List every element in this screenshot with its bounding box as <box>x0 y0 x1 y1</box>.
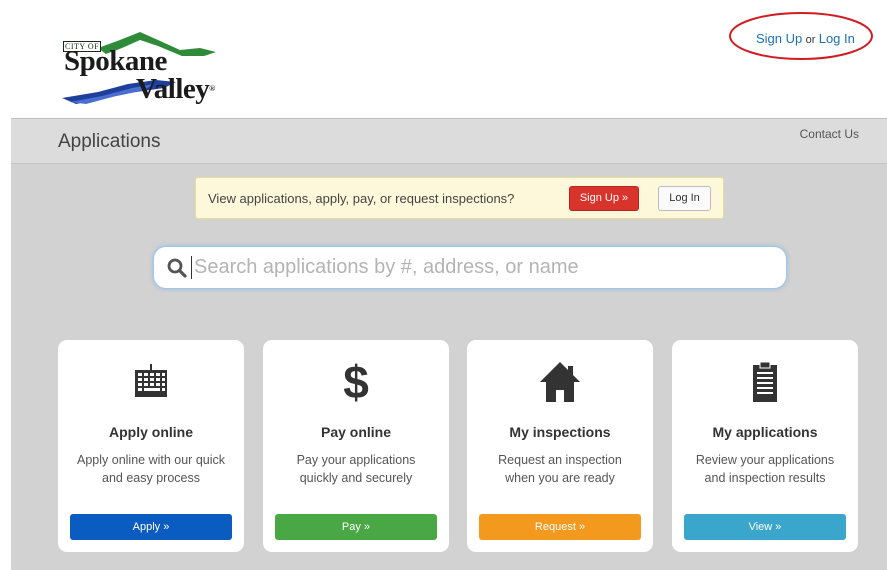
banner-login-button[interactable]: Log In <box>658 186 711 211</box>
keyboard-icon <box>58 356 244 408</box>
logo-spokane-text: Spokane <box>64 45 167 77</box>
page-title: Applications <box>58 131 161 152</box>
text-cursor <box>191 256 192 279</box>
card-desc-line2: quickly and securely <box>299 471 413 485</box>
card-my-applications: My applications Review your applications… <box>672 340 858 552</box>
card-title: My inspections <box>509 424 611 440</box>
card-description: Pay your applications quickly and secure… <box>269 451 443 487</box>
request-button[interactable]: Request » <box>479 514 641 540</box>
signup-banner: View applications, apply, pay, or reques… <box>195 177 724 219</box>
logo-valley-word: Valley <box>136 73 210 105</box>
main-content: Applications Contact Us View application… <box>11 118 887 570</box>
search-box <box>153 246 787 289</box>
spokane-valley-logo[interactable]: CITY OF Spokane Valley® <box>58 26 223 112</box>
logo-registered-mark: ® <box>209 84 215 93</box>
card-apply-online: Apply online Apply online with our quick… <box>58 340 244 552</box>
card-description: Request an inspection when you are ready <box>473 451 647 487</box>
search-input[interactable] <box>194 249 774 286</box>
banner-text: View applications, apply, pay, or reques… <box>208 191 515 206</box>
card-desc-line2: and easy process <box>102 471 200 485</box>
view-button[interactable]: View » <box>684 514 846 540</box>
card-desc-line1: Pay your applications <box>296 453 416 467</box>
clipboard-icon <box>672 356 858 408</box>
card-desc-line1: Review your applications <box>695 453 835 467</box>
card-description: Apply online with our quick and easy pro… <box>64 451 238 487</box>
card-title: My applications <box>712 424 818 440</box>
contact-us-link[interactable]: Contact Us <box>800 127 859 141</box>
annotation-circle <box>729 12 873 60</box>
card-desc-line2: and inspection results <box>704 471 826 485</box>
card-desc-line1: Request an inspection <box>498 453 622 467</box>
home-icon <box>467 356 653 408</box>
card-description: Review your applications and inspection … <box>678 451 852 487</box>
apply-button[interactable]: Apply » <box>70 514 232 540</box>
pay-button[interactable]: Pay » <box>275 514 437 540</box>
card-title: Pay online <box>320 424 392 440</box>
page-header: Applications Contact Us <box>11 119 887 164</box>
card-pay-online: $ Pay online Pay your applications quick… <box>263 340 449 552</box>
search-icon <box>167 258 187 278</box>
banner-signup-button[interactable]: Sign Up » <box>569 186 639 211</box>
card-desc-line2: when you are ready <box>505 471 615 485</box>
card-title: Apply online <box>109 424 193 440</box>
card-desc-line1: Apply online with our quick <box>77 453 225 467</box>
logo-valley-text: Valley® <box>136 74 215 104</box>
dollar-icon: $ <box>343 356 369 408</box>
card-my-inspections: My inspections Request an inspection whe… <box>467 340 653 552</box>
